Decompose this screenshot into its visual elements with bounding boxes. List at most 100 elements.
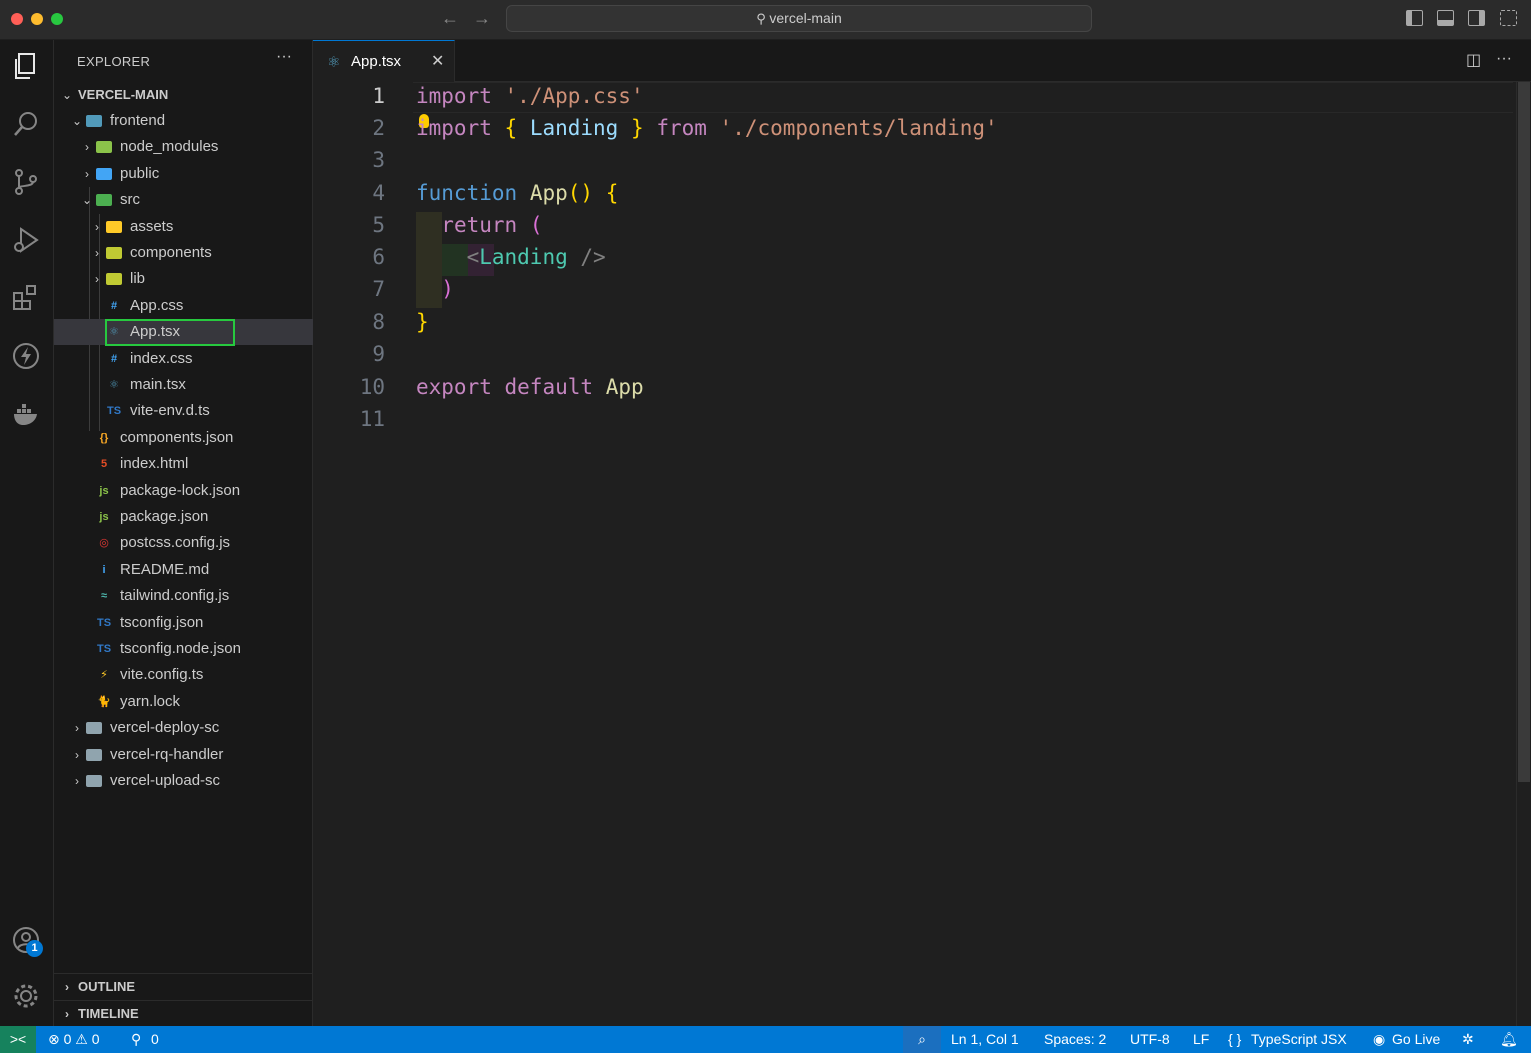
more-actions-icon[interactable]: ··· <box>1496 50 1512 68</box>
tree-folder-public[interactable]: › public <box>54 161 313 187</box>
token: App <box>529 181 568 205</box>
code-line-10: export default App <box>416 375 644 399</box>
tree-folder-vercel-rq-handler[interactable]: › vercel-rq-handler <box>54 742 313 768</box>
line-number: 8 <box>372 310 385 334</box>
chevron-down-icon: ⌄ <box>81 193 93 208</box>
remote-indicator[interactable]: >< <box>0 1026 36 1053</box>
tree-file-vite-env-d-ts[interactable]: TS vite-env.d.ts <box>54 398 313 424</box>
split-editor-icon[interactable]: ◫ <box>1466 50 1481 70</box>
back-icon[interactable]: ← <box>441 8 459 29</box>
tree-file-app-css[interactable]: # App.css <box>54 293 313 319</box>
tree-folder-vercel-upload-sc[interactable]: › vercel-upload-sc <box>54 768 313 794</box>
tree-folder-components[interactable]: › components <box>54 240 313 266</box>
problems-indicator[interactable]: ⊗ 0 ⚠ 0 <box>48 1026 100 1053</box>
search-icon: ⚲ <box>756 11 770 26</box>
tree-file-readme-md[interactable]: i README.md <box>54 557 313 583</box>
code-editor[interactable]: 1 2 3 4 5 6 7 8 9 10 11 import './App.css' import … <box>313 82 1531 1026</box>
run-debug-icon[interactable] <box>8 222 44 258</box>
tree-item-label: tsconfig.node.json <box>120 640 241 657</box>
workspace-root[interactable]: ⌄ VERCEL-MAIN <box>54 82 313 108</box>
toggle-panel-icon[interactable] <box>1437 10 1454 26</box>
folder-icon <box>106 220 122 233</box>
tree-item-label: main.tsx <box>130 376 186 393</box>
tree-file-tsconfig-node-json[interactable]: TS tsconfig.node.json <box>54 636 313 662</box>
maximize-window-button[interactable] <box>51 13 63 25</box>
tree-folder-src[interactable]: ⌄ src <box>54 187 313 213</box>
token: { <box>504 116 518 140</box>
command-center-search[interactable]: ⚲ vercel-main <box>506 5 1092 32</box>
file-icon: # <box>110 352 118 365</box>
chevron-right-icon: › <box>75 747 79 762</box>
tree-folder-assets[interactable]: › assets <box>54 214 313 240</box>
activity-bar: 1 <box>0 40 54 1026</box>
tree-file-yarn-lock[interactable]: 🐈 yarn.lock <box>54 689 313 715</box>
token: Landing <box>479 245 568 269</box>
more-actions-icon[interactable]: ··· <box>276 48 292 66</box>
zoom-icon[interactable]: ⌕ <box>903 1026 941 1053</box>
toggle-primary-sidebar-icon[interactable] <box>1406 10 1423 26</box>
tab-app-tsx[interactable]: ⚛ App.tsx ✕ <box>313 40 455 82</box>
line-number: 4 <box>372 181 385 205</box>
tree-file-index-html[interactable]: 5 index.html <box>54 451 313 477</box>
search-icon[interactable] <box>8 106 44 142</box>
encoding[interactable]: UTF-8 <box>1130 1026 1170 1053</box>
folder-icon <box>86 775 102 787</box>
tree-file-main-tsx[interactable]: ⚛ main.tsx <box>54 372 313 398</box>
ports-icon[interactable]: ⚲ <box>131 1026 141 1053</box>
tree-folder-lib[interactable]: › lib <box>54 266 313 292</box>
timeline-section[interactable]: › TIMELINE <box>54 1000 313 1026</box>
token: { <box>605 181 619 205</box>
tree-file-vite-config-ts[interactable]: ⚡ vite.config.ts <box>54 662 313 688</box>
tree-file-components-json[interactable]: {} components.json <box>54 425 313 451</box>
token: ( <box>529 213 543 237</box>
tree-file-tsconfig-json[interactable]: TS tsconfig.json <box>54 610 313 636</box>
tree-folder-node-modules[interactable]: › node_modules <box>54 134 313 160</box>
close-window-button[interactable] <box>11 13 23 25</box>
tree-file-postcss-config-js[interactable]: ◎ postcss.config.js <box>54 530 313 556</box>
editor-tab-bar: ⚛ App.tsx ✕ ◫ ··· <box>313 40 1531 82</box>
end-of-line[interactable]: LF <box>1193 1026 1209 1053</box>
file-icon: i <box>102 563 106 576</box>
tree-item-label: vite-env.d.ts <box>130 402 210 420</box>
minimize-window-button[interactable] <box>31 13 43 25</box>
line-number: 11 <box>359 407 385 431</box>
file-icon: 5 <box>100 458 108 471</box>
file-icon: js <box>99 484 109 497</box>
go-live-button[interactable]: Go Live <box>1392 1026 1440 1053</box>
close-icon[interactable]: ✕ <box>431 51 444 71</box>
title-bar: ← → ⚲ vercel-main <box>0 0 1531 40</box>
tree-file-package-json[interactable]: js package.json <box>54 504 313 530</box>
file-icon: js <box>99 511 109 523</box>
toggle-secondary-sidebar-icon[interactable] <box>1468 10 1485 26</box>
indentation[interactable]: Spaces: 2 <box>1044 1026 1106 1053</box>
chevron-right-icon: › <box>85 140 89 155</box>
file-icon: ⚛ <box>109 379 119 391</box>
docker-icon[interactable] <box>8 396 44 432</box>
cursor-position[interactable]: Ln 1, Col 1 <box>951 1026 1019 1053</box>
token: function <box>416 181 518 205</box>
tree-folder-frontend[interactable]: ⌄ frontend <box>54 108 313 134</box>
manage-gear-icon[interactable] <box>8 978 44 1014</box>
explorer-icon[interactable] <box>8 48 44 84</box>
tree-item-label: vite.config.ts <box>120 666 204 684</box>
tree-file-tailwind-config-js[interactable]: ≈ tailwind.config.js <box>54 583 313 609</box>
outline-section[interactable]: › OUTLINE <box>54 973 313 999</box>
token: () <box>567 181 594 205</box>
tree-file-package-lock-json[interactable]: js package-lock.json <box>54 478 313 504</box>
notifications-bell-icon[interactable]: 🔔︎ <box>1500 1026 1518 1053</box>
tree-item-label: vercel-rq-handler <box>110 745 224 763</box>
extensions-icon[interactable] <box>8 280 44 316</box>
tree-item-label: vercel-upload-sc <box>110 772 221 789</box>
thunder-client-icon[interactable] <box>8 338 44 374</box>
file-icon: TS <box>96 643 112 655</box>
forward-icon[interactable]: → <box>473 8 491 29</box>
customize-layout-icon[interactable] <box>1500 10 1517 26</box>
token: export <box>416 375 492 399</box>
scrollbar-thumb[interactable] <box>1518 82 1530 782</box>
tree-folder-vercel-deploy-sc[interactable]: › vercel-deploy-sc <box>54 715 313 741</box>
token: from <box>656 116 707 140</box>
source-control-icon[interactable] <box>8 164 44 200</box>
copilot-icon[interactable]: ✲ <box>1462 1026 1474 1053</box>
language-mode[interactable]: TypeScript JSX <box>1251 1026 1347 1053</box>
tree-file-index-css[interactable]: # index.css <box>54 346 313 372</box>
